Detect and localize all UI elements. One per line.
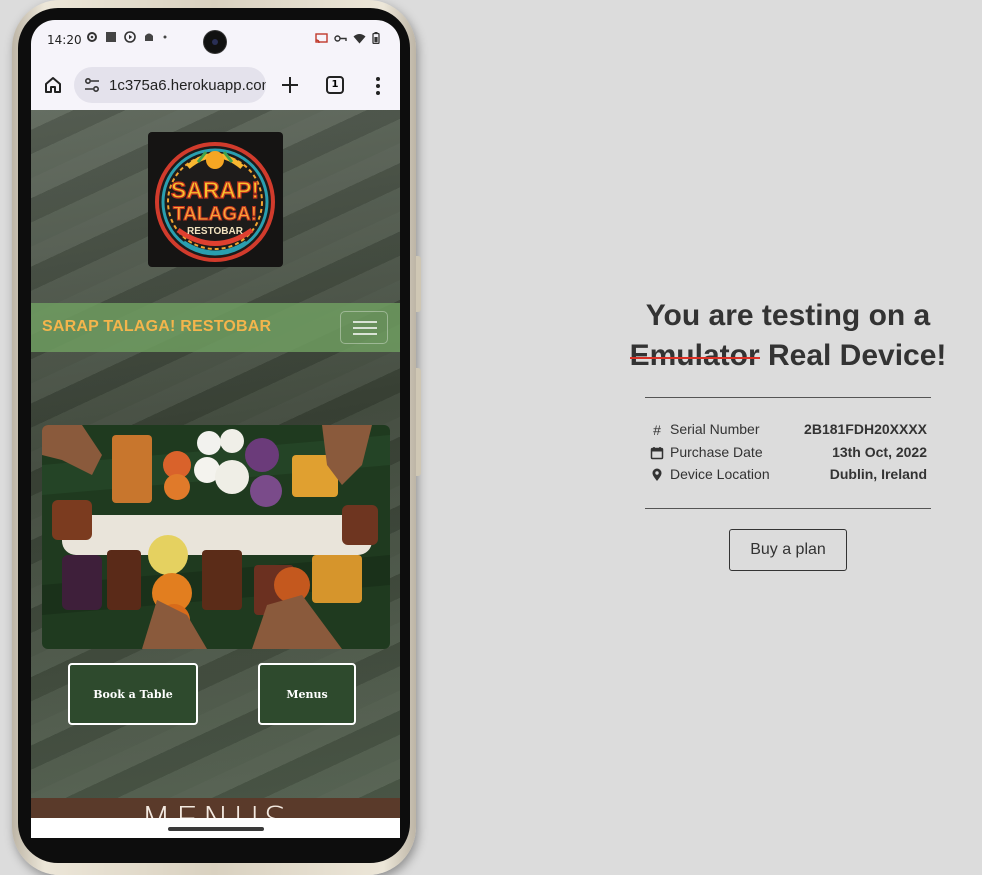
logo-line-3: RESTOBAR xyxy=(187,226,244,237)
hamburger-menu-button[interactable] xyxy=(340,311,388,344)
new-tab-icon[interactable] xyxy=(279,74,301,96)
logo-line-1: SARAP! xyxy=(171,177,259,203)
purchase-date-row: Purchase Date 13th Oct, 2022 xyxy=(650,444,927,464)
serial-number-label: Serial Number xyxy=(670,421,760,437)
settings-icon xyxy=(87,32,97,42)
book-table-button[interactable]: Book a Table xyxy=(68,663,198,725)
gesture-handle[interactable] xyxy=(168,827,264,831)
hero-image-filipino-desserts xyxy=(42,425,390,649)
wifi-icon xyxy=(353,33,366,43)
play-store-icon xyxy=(124,31,136,43)
address-bar[interactable]: 1c375a6.herokuapp.com xyxy=(74,67,266,103)
purchase-date-value: 13th Oct, 2022 xyxy=(832,444,927,460)
system-icons xyxy=(315,32,380,44)
serial-number-value: 2B181FDH20XXXX xyxy=(804,421,927,437)
hash-icon: # xyxy=(653,422,661,438)
menus-button[interactable]: Menus xyxy=(258,663,356,725)
power-button xyxy=(416,256,421,312)
battery-icon xyxy=(372,32,380,44)
divider-bottom xyxy=(645,508,931,509)
serial-number-row: # Serial Number 2B181FDH20XXXX xyxy=(650,421,927,441)
overflow-menu-icon[interactable] xyxy=(375,76,381,96)
hamburger-bar xyxy=(353,327,377,329)
phone-screen: 14:20 1c375a6.herokuapp.com 1 SARAP! TAL… xyxy=(31,20,400,838)
restaurant-logo[interactable]: SARAP! TALAGA! RESTOBAR xyxy=(148,132,283,267)
browser-toolbar: 1c375a6.herokuapp.com 1 xyxy=(31,62,400,110)
tab-switcher-button[interactable]: 1 xyxy=(326,76,344,94)
headline-suffix: Real Device! xyxy=(767,339,947,372)
status-bar: 14:20 xyxy=(31,20,400,62)
site-navbar: SARAP TALAGA! RESTOBAR xyxy=(31,303,400,352)
square-notification-icon xyxy=(106,32,116,42)
purchase-date-label: Purchase Date xyxy=(670,444,763,460)
hamburger-bar xyxy=(353,321,377,323)
url-text: 1c375a6.herokuapp.com xyxy=(109,76,266,94)
cast-icon xyxy=(315,32,328,43)
logo-artwork: SARAP! TALAGA! RESTOBAR xyxy=(155,142,275,262)
device-location-label: Device Location xyxy=(670,466,770,482)
hamburger-bar xyxy=(353,333,377,335)
device-location-row: Device Location Dublin, Ireland xyxy=(650,466,927,486)
site-settings-icon[interactable] xyxy=(83,76,101,94)
buy-plan-button[interactable]: Buy a plan xyxy=(729,529,847,571)
vpn-key-icon xyxy=(334,34,347,42)
headline-prefix: You are testing on a xyxy=(645,299,931,332)
logo-line-2: TALAGA! xyxy=(173,204,257,225)
front-camera xyxy=(204,31,226,53)
web-page: SARAP! TALAGA! RESTOBAR SARAP TALAGA! RE… xyxy=(31,110,400,838)
device-location-value: Dublin, Ireland xyxy=(829,466,927,482)
status-time: 14:20 xyxy=(47,33,82,47)
divider-top xyxy=(645,397,931,398)
notification-icons xyxy=(86,31,168,43)
android-icon xyxy=(145,33,153,41)
device-headline: You are testing on a Emulator Real Devic… xyxy=(608,296,968,376)
location-pin-icon xyxy=(652,468,662,481)
struck-word: Emulator xyxy=(629,339,760,372)
home-icon[interactable] xyxy=(43,75,63,95)
brand-name[interactable]: SARAP TALAGA! RESTOBAR xyxy=(42,318,271,336)
calendar-icon xyxy=(650,447,664,460)
hero-image-artwork xyxy=(42,425,390,649)
volume-button xyxy=(416,368,421,476)
dot-icon xyxy=(163,35,167,39)
